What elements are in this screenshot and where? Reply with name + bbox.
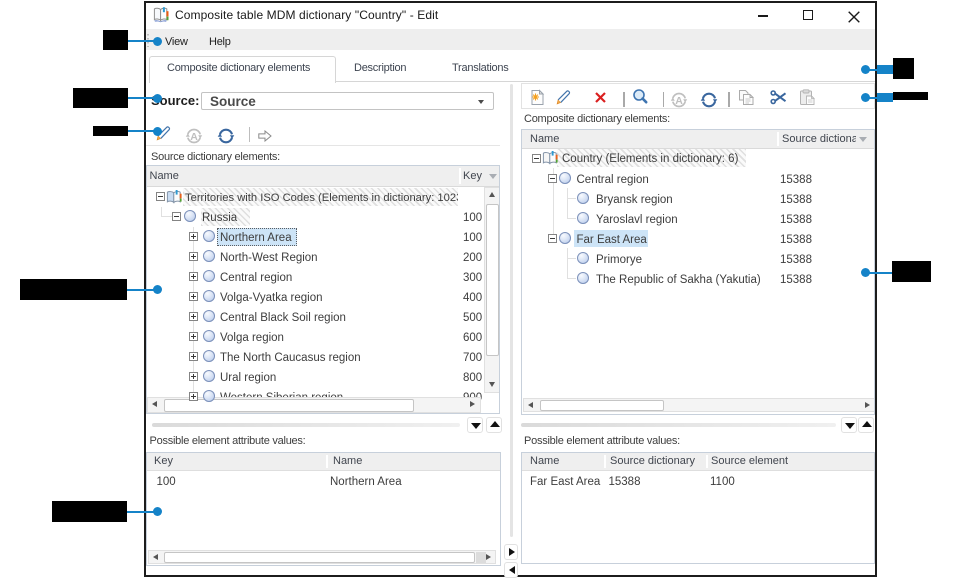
svg-text:A: A <box>190 131 198 143</box>
svg-text:A: A <box>675 94 683 106</box>
